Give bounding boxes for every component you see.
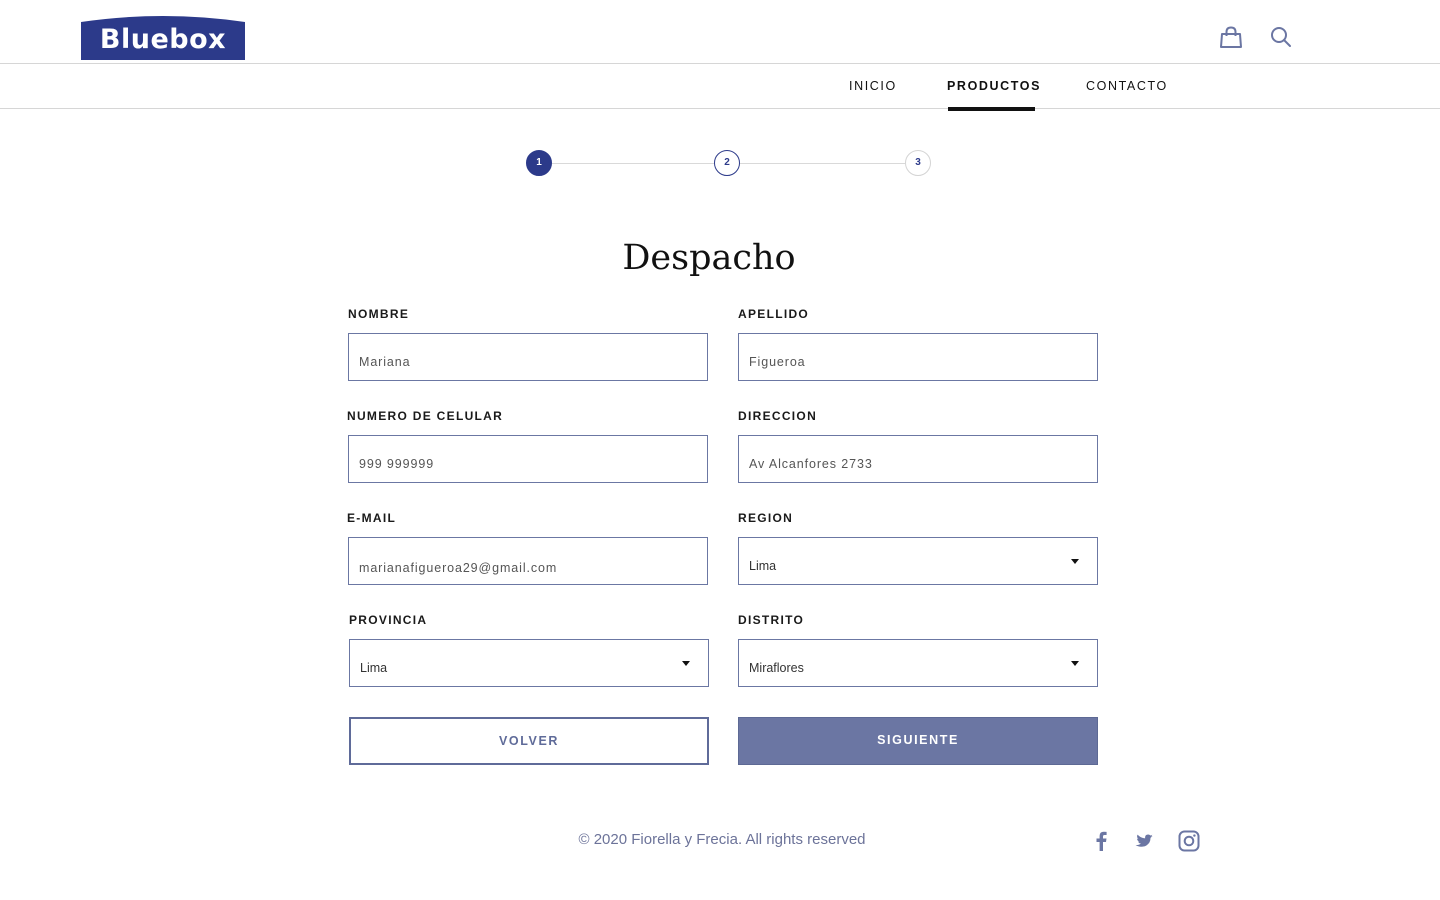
provincia-select[interactable]: Lima: [349, 639, 709, 687]
region-label: REGION: [738, 511, 794, 525]
email-label: E-MAIL: [347, 511, 397, 525]
email-input[interactable]: [359, 558, 697, 578]
distrito-label: DISTRITO: [738, 613, 805, 627]
step-3-indicator: 3: [905, 150, 931, 176]
logo-text: Bluebox: [99, 24, 227, 55]
top-header: Bluebox: [0, 0, 1440, 64]
distrito-select[interactable]: Miraflores: [738, 639, 1098, 687]
stepper-connector-2: [740, 163, 905, 164]
email-field: [348, 537, 708, 585]
nav-item-contacto[interactable]: CONTACTO: [1086, 64, 1168, 109]
nombre-field: [348, 333, 708, 381]
step-1-indicator: 1: [526, 150, 552, 176]
direccion-field: [738, 435, 1098, 483]
search-icon[interactable]: [1267, 23, 1295, 51]
main-nav: INICIO PRODUCTOS CONTACTO: [0, 64, 1440, 111]
celular-field: [348, 435, 708, 483]
apellido-field: [738, 333, 1098, 381]
nombre-label: NOMBRE: [348, 307, 410, 321]
celular-label: NUMERO DE CELULAR: [347, 409, 504, 423]
provincia-selected-value: Lima: [360, 661, 388, 675]
bluebox-logo[interactable]: Bluebox: [81, 14, 245, 60]
stepper-connector-1: [552, 163, 714, 164]
next-button[interactable]: SIGUIENTE: [738, 717, 1098, 765]
nav-item-productos[interactable]: PRODUCTOS: [947, 64, 1041, 109]
direccion-input[interactable]: [749, 454, 1087, 474]
nav-item-inicio[interactable]: INICIO: [849, 64, 897, 109]
page-title: Despacho: [622, 238, 796, 278]
back-button[interactable]: VOLVER: [349, 717, 709, 765]
shopping-bag-icon[interactable]: [1217, 23, 1245, 51]
nav-active-indicator: [948, 107, 1035, 111]
nombre-input[interactable]: [359, 352, 697, 372]
chevron-down-icon: [682, 661, 690, 666]
facebook-icon[interactable]: [1089, 829, 1113, 853]
chevron-down-icon: [1071, 661, 1079, 666]
twitter-icon[interactable]: [1132, 829, 1156, 853]
direccion-label: DIRECCION: [738, 409, 818, 423]
celular-input[interactable]: [359, 454, 697, 474]
region-selected-value: Lima: [749, 559, 777, 573]
step-2-indicator: 2: [714, 150, 740, 176]
provincia-label: PROVINCIA: [349, 613, 428, 627]
chevron-down-icon: [1071, 559, 1079, 564]
apellido-label: APELLIDO: [738, 307, 810, 321]
apellido-input[interactable]: [749, 352, 1087, 372]
instagram-icon[interactable]: [1177, 829, 1201, 853]
copyright-text: © 2020 Fiorella y Frecia. All rights res…: [578, 831, 866, 848]
region-select[interactable]: Lima: [738, 537, 1098, 585]
distrito-selected-value: Miraflores: [749, 661, 804, 675]
